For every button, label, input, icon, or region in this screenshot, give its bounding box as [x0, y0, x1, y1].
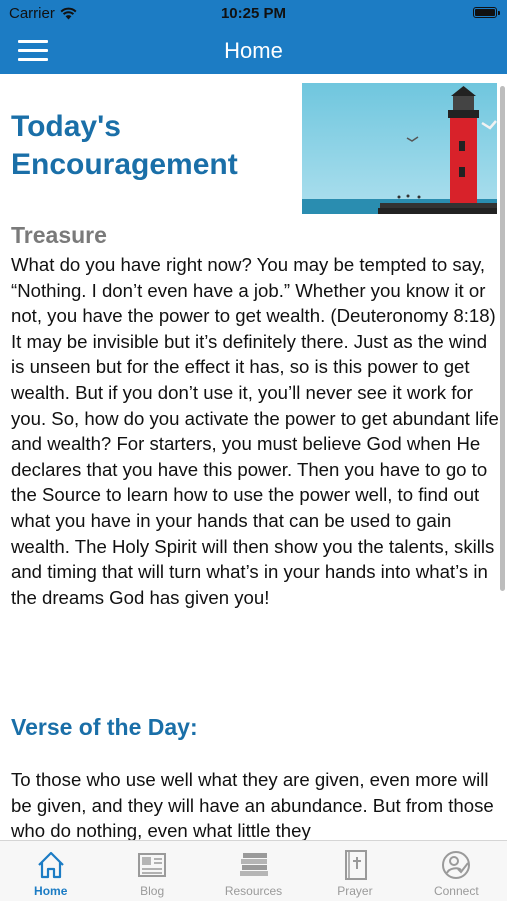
nav-title: Home — [224, 38, 283, 63]
status-bar: Carrier 10:25 PM — [0, 0, 507, 27]
nav-bar: Home — [0, 27, 507, 74]
tab-prayer[interactable]: Prayer — [304, 841, 405, 901]
connect-icon — [442, 851, 471, 879]
main-content[interactable]: Today's Encouragement Treasure What do y… — [0, 74, 507, 840]
tab-blog[interactable]: Blog — [101, 841, 202, 901]
tab-label: Blog — [140, 884, 165, 898]
battery-icon — [473, 7, 500, 18]
scrollbar[interactable] — [500, 86, 505, 591]
section-title: Treasure — [11, 222, 107, 248]
tab-label: Prayer — [337, 884, 373, 898]
bible-icon — [344, 850, 367, 880]
tab-resources[interactable]: Resources — [203, 841, 304, 901]
tab-label: Connect — [433, 884, 479, 898]
tab-home[interactable]: Home — [0, 841, 101, 901]
clock: 10:25 PM — [220, 5, 287, 22]
home-icon — [37, 851, 64, 879]
page-heading: Today's Encouragement — [11, 110, 238, 181]
tab-label: Resources — [224, 884, 283, 898]
blog-icon — [138, 853, 167, 877]
encouragement-body: What do you have right now? You may be t… — [11, 254, 499, 608]
tab-label: Home — [34, 884, 68, 898]
tab-connect[interactable]: Connect — [406, 841, 507, 901]
verse-heading: Verse of the Day: — [11, 714, 198, 740]
verse-text: To those who use well what they are give… — [11, 769, 494, 840]
lighthouse-image — [302, 83, 497, 214]
books-icon — [239, 853, 268, 876]
tab-bar: Home Blog Resources Prayer Connect — [0, 840, 507, 901]
